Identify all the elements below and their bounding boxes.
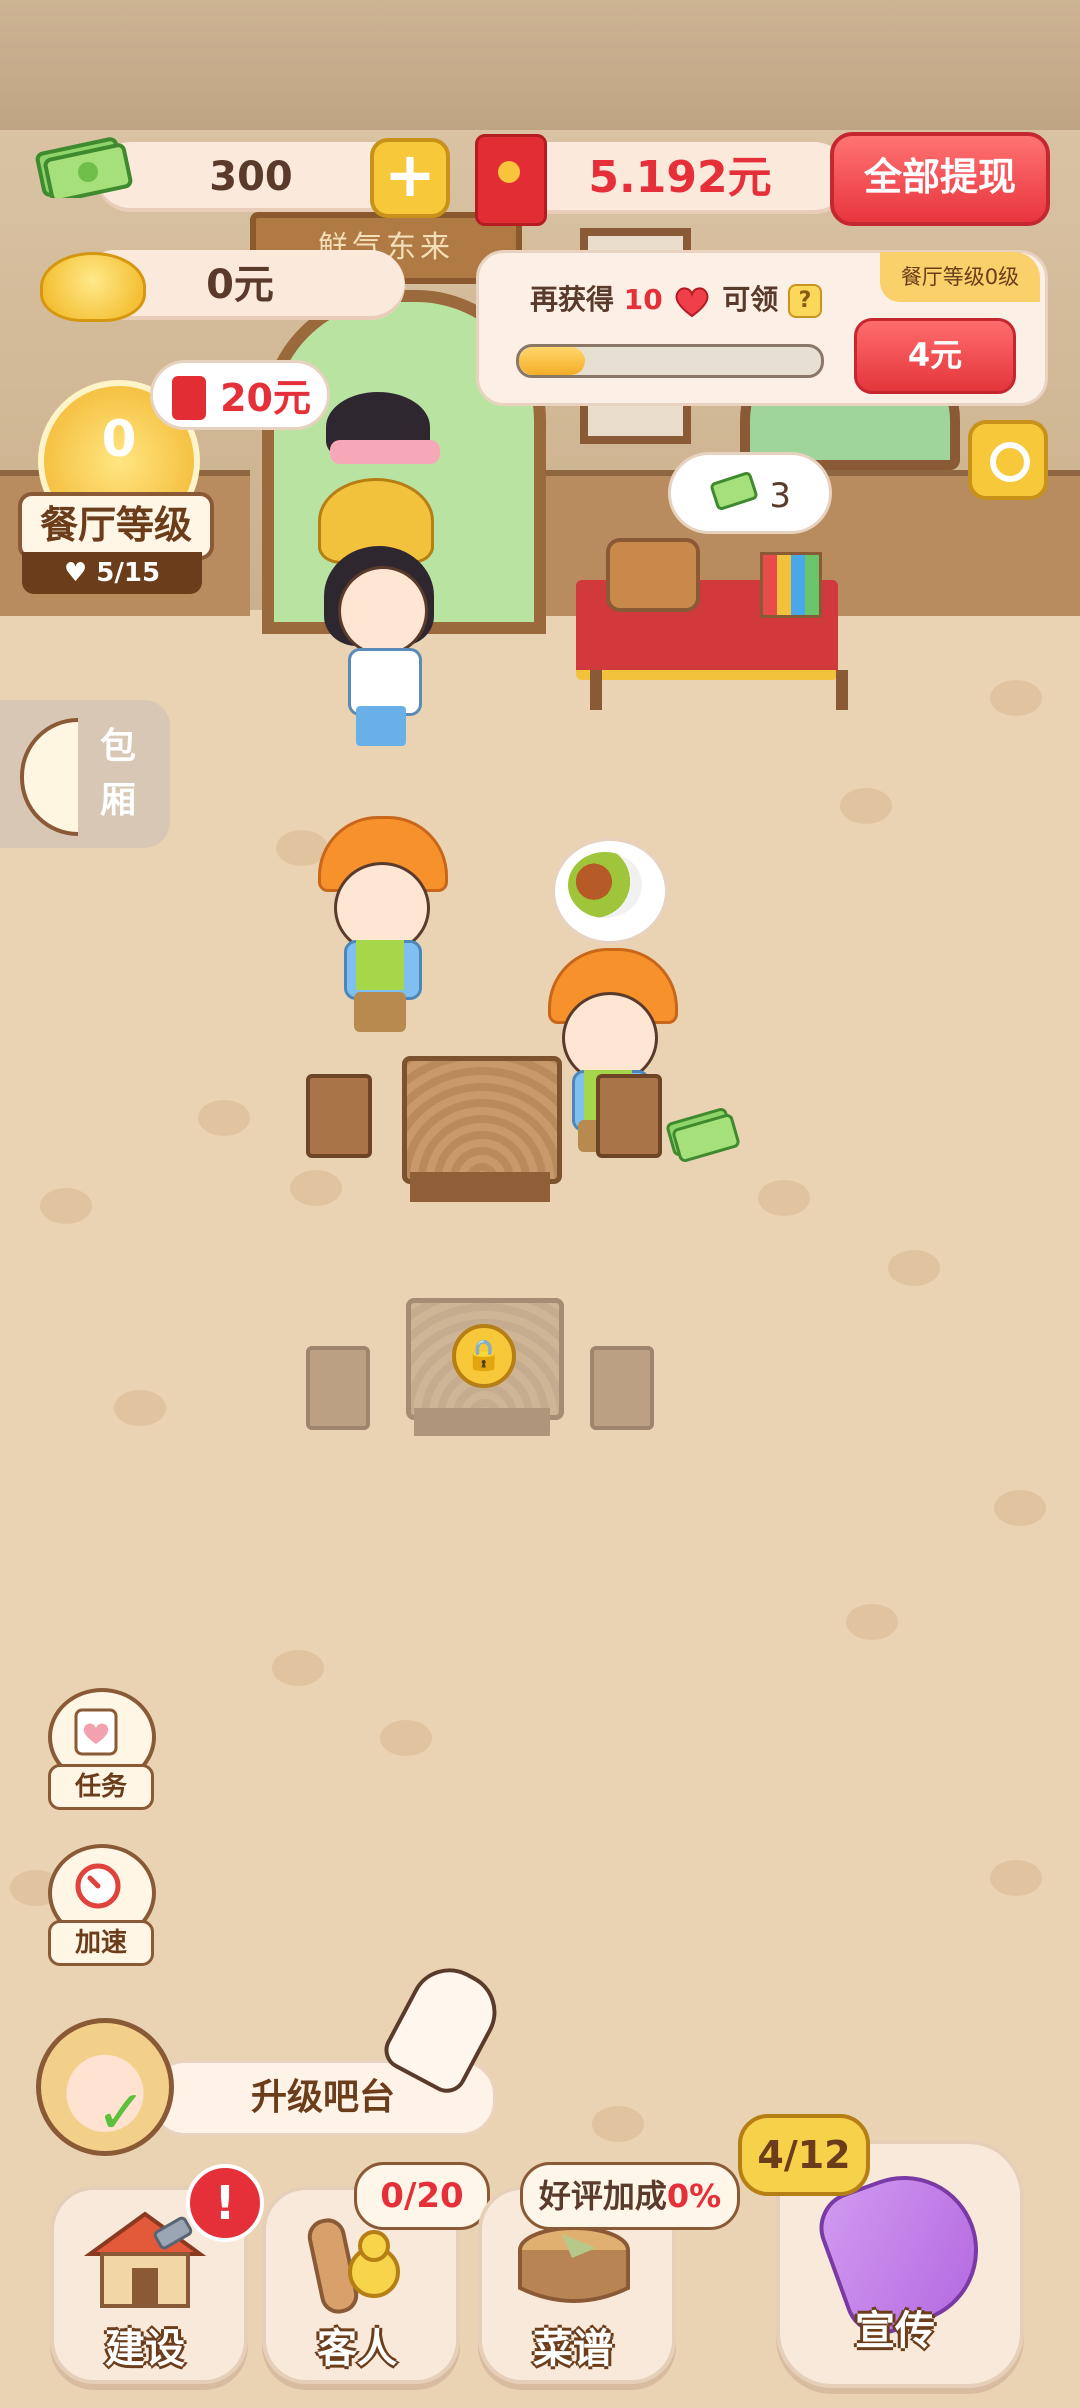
floor-flower: [758, 1180, 810, 1216]
speed-up-label[interactable]: 加速: [48, 1920, 154, 1966]
alert-badge-icon: !: [186, 2164, 264, 2242]
claim-reward-button[interactable]: 4元: [854, 318, 1016, 394]
pink-visor: [330, 440, 440, 464]
floor-flower: [40, 1188, 92, 1224]
add-cash-button[interactable]: +: [370, 138, 450, 218]
chair[interactable]: [596, 1074, 662, 1158]
private-room-label: 包 厢: [98, 720, 138, 828]
red-envelope-icon: [172, 376, 206, 420]
customer-girl[interactable]: [338, 566, 428, 656]
floor-flower: [994, 1490, 1046, 1526]
tasks-label[interactable]: 任务: [48, 1764, 154, 1810]
promote-label: 宣传: [855, 2308, 935, 2354]
task-count: 10: [623, 283, 663, 316]
private-room-label-2: 厢: [99, 780, 136, 821]
stopwatch-icon: [75, 1863, 121, 1909]
floor-flower: [990, 1860, 1042, 1896]
floor-flower: [272, 1650, 324, 1686]
chair-locked: [590, 1346, 654, 1430]
floor-flower: [846, 1604, 898, 1640]
gold-amount: 0元: [206, 262, 274, 308]
cash-icon[interactable]: [664, 1106, 744, 1162]
table-drawer: [414, 1408, 550, 1436]
restaurant-level-label: 餐厅等级: [18, 492, 214, 560]
build-label: 建设: [105, 2326, 185, 2372]
private-room-label-1: 包: [99, 726, 136, 767]
task-prefix: 再获得: [530, 283, 615, 316]
floor-flower: [990, 680, 1042, 716]
restaurant-level-tag: 餐厅等级0级: [880, 252, 1040, 302]
clipboard-heart-icon: [74, 1708, 118, 1756]
dining-table[interactable]: [402, 1056, 562, 1184]
floor-flower: [380, 1720, 432, 1756]
guests-label: 客人: [317, 2326, 397, 2372]
rating-bonus-label: 好评加成: [538, 2177, 667, 2215]
task-description: 再获得 10 可领 ?: [530, 278, 822, 318]
safety-vest: [356, 940, 404, 990]
restaurant-floor: [0, 610, 1080, 2408]
level-hearts-count: ♥ 5/15: [22, 552, 202, 594]
floor-flower: [290, 1170, 342, 1206]
floor-flower: [592, 2106, 644, 2142]
table-drawer: [410, 1172, 550, 1202]
heart-icon: [676, 287, 709, 318]
help-icon[interactable]: ?: [788, 284, 822, 318]
lock-icon[interactable]: 🔒: [452, 1324, 516, 1388]
red-envelope-amount: 5.192元: [588, 152, 772, 203]
check-icon: ✓: [96, 2078, 147, 2148]
cash-icon: [35, 137, 133, 198]
top-band: [0, 0, 1080, 130]
counter-legs: [590, 670, 848, 710]
customer-skirt: [356, 706, 406, 746]
withdraw-all-button[interactable]: 全部提现: [830, 132, 1050, 226]
menu-books-icon: [760, 552, 822, 618]
menu-label: 菜谱: [533, 2326, 613, 2372]
guests-count-bubble: 0/20: [354, 2162, 490, 2230]
hearts-value: 5/15: [96, 558, 161, 588]
cash-icon: [710, 471, 758, 511]
cash-register-icon: [606, 538, 700, 612]
dish-icon: [568, 852, 642, 918]
floor-flower: [114, 1390, 166, 1426]
rating-bonus-value: 0%: [666, 2177, 722, 2215]
chair-locked: [306, 1346, 370, 1430]
floor-flower: [198, 1100, 250, 1136]
guests-count: 0/20: [380, 2176, 464, 2216]
settings-gear-icon[interactable]: [968, 420, 1048, 500]
promote-count: 4/12: [738, 2114, 870, 2196]
rating-bonus-bubble: 好评加成0%: [520, 2162, 740, 2230]
task-progress-fill: [519, 347, 585, 375]
chair[interactable]: [306, 1074, 372, 1158]
task-suffix: 可领: [722, 283, 779, 316]
floor-flower: [888, 1250, 940, 1286]
cash-amount: 300: [209, 154, 293, 200]
floor-flower: [840, 788, 892, 824]
worker-pants: [354, 992, 406, 1032]
